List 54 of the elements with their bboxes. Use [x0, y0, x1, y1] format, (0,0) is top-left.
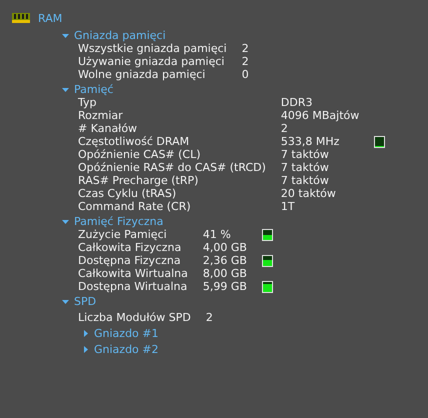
tree-node[interactable]: Gniazdo #2 — [94, 342, 158, 356]
property-value: 7 taktów — [280, 174, 330, 187]
property-value: 20 taktów — [280, 187, 337, 200]
property-value: 7 taktów — [280, 148, 330, 161]
property-label: Używanie gniazda pamięci — [78, 55, 226, 68]
property-label: Czas Cyklu (tRAS) — [78, 187, 178, 200]
property-label: Dostępna Wirtualna — [78, 280, 188, 293]
property-value: 2 — [242, 55, 249, 68]
property-label: Liczba Modułów SPD — [78, 311, 191, 324]
property-label: Dostępna Fizyczna — [78, 254, 182, 267]
property-value: 533,8 MHz — [280, 135, 340, 148]
property-label: # Kanałów — [78, 122, 138, 135]
expand-arrow-icon[interactable] — [82, 330, 89, 336]
property-label: Wolne gniazda pamięci — [78, 68, 206, 81]
usage-meter — [374, 136, 386, 148]
property-label: Opóźnienie CAS# (CL) — [78, 148, 202, 161]
property-label: Całkowita Fizyczna — [78, 241, 182, 254]
property-label: Typ — [78, 96, 98, 109]
property-value: 2 — [206, 311, 213, 324]
property-value: DDR3 — [280, 96, 314, 109]
tree-node[interactable]: Gniazdo #1 — [94, 326, 158, 340]
section-title[interactable]: SPD — [74, 294, 96, 308]
property-label: RAS# Precharge (tRP) — [78, 174, 200, 187]
section-title[interactable]: Pamięć — [74, 82, 114, 96]
property-value: 2,36 GB — [202, 254, 247, 267]
property-value: 2 — [242, 42, 249, 55]
property-label: Zużycie Pamięci — [78, 228, 168, 241]
property-value: 41 % — [202, 228, 232, 241]
tree-node[interactable]: RAM — [38, 12, 62, 24]
property-label: Opóźnienie RAS# do CAS# (tRCD) — [78, 161, 266, 174]
property-value: 4,00 GB — [202, 241, 247, 254]
property-label: Command Rate (CR) — [78, 200, 192, 213]
expand-arrow-icon[interactable] — [82, 346, 89, 352]
memory-module-icon — [12, 13, 30, 23]
property-value: 7 taktów — [280, 161, 330, 174]
expand-arrow-icon[interactable] — [62, 32, 69, 38]
expand-arrow-icon[interactable] — [62, 218, 69, 224]
property-value: 4096 MBajtów — [280, 109, 360, 122]
property-value: 1T — [280, 200, 296, 213]
property-value: 5,99 GB — [202, 280, 247, 293]
usage-meter — [262, 280, 273, 292]
property-label: Częstotliwość DRAM — [78, 135, 190, 148]
section-title[interactable]: Gniazda pamięci — [74, 28, 166, 42]
expand-arrow-icon[interactable] — [62, 298, 69, 304]
property-value: 8,00 GB — [202, 267, 247, 280]
property-label: Całkowita Wirtualna — [78, 267, 188, 280]
usage-meter — [262, 254, 273, 266]
property-value: 0 — [242, 68, 249, 81]
expand-arrow-icon[interactable] — [62, 86, 69, 92]
property-label: Rozmiar — [78, 109, 124, 122]
section-title[interactable]: Pamięć Fizyczna — [74, 214, 164, 228]
usage-meter — [262, 228, 273, 240]
property-value: 2 — [280, 122, 289, 135]
property-label: Wszystkie gniazda pamięci — [78, 42, 227, 55]
